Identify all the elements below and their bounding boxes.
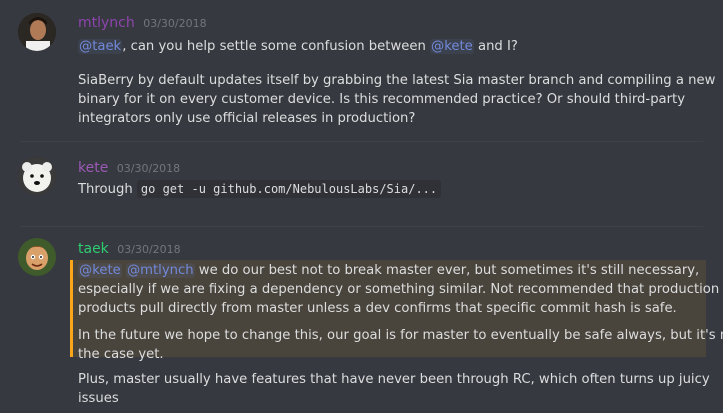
message-line: integrators only use official releases i… — [78, 111, 416, 126]
message-text: , can you help settle some confusion bet… — [122, 39, 431, 54]
mention-kete[interactable]: @kete — [430, 39, 474, 54]
timestamp: 03/30/2018 — [117, 243, 181, 256]
author-name[interactable]: taek — [78, 241, 109, 257]
inline-code: go get -u github.com/NebulousLabs/Sia/..… — [136, 180, 442, 198]
author-name[interactable]: kete — [78, 160, 108, 176]
message-content: @kete @mtlynch we do our best not to bre… — [78, 261, 723, 408]
message-line: issues — [78, 391, 119, 406]
message-taek: taek 03/30/2018 @kete @mtlynch we do our… — [0, 232, 723, 413]
avatar-mtlynch[interactable] — [18, 13, 56, 51]
message-text: we do our best not to break master ever,… — [194, 263, 700, 278]
mention-mtlynch[interactable]: @mtlynch — [125, 263, 195, 278]
author-name[interactable]: mtlynch — [78, 15, 135, 31]
message-line: Plus, master usually have features that … — [78, 372, 710, 387]
avatar-kete[interactable] — [18, 157, 56, 195]
message-divider — [20, 226, 703, 227]
message-text: and I? — [473, 39, 518, 54]
avatar-taek[interactable] — [18, 238, 56, 276]
message-kete: kete 03/30/2018 Through go get -u github… — [0, 150, 723, 220]
message-line: products pull directly from master unles… — [78, 301, 677, 316]
message-text: Through — [78, 182, 137, 197]
message-line: In the future we hope to change this, ou… — [78, 328, 723, 343]
message-line: binary for it on every customer device. … — [78, 92, 686, 107]
mention-taek[interactable]: @taek — [78, 39, 123, 54]
message-line: SiaBerry by default updates itself by gr… — [78, 73, 716, 88]
message-line: @kete @mtlynch we do our best not to bre… — [78, 261, 723, 280]
timestamp: 03/30/2018 — [116, 162, 181, 175]
mention-kete[interactable]: @kete — [78, 263, 122, 278]
timestamp: 03/30/2018 — [143, 17, 207, 30]
message-line: @taek, can you help settle some confusio… — [78, 37, 715, 56]
message-line: especially if we are fixing a dependency… — [78, 282, 720, 297]
message-divider — [20, 141, 703, 142]
message-content: @taek, can you help settle some confusio… — [78, 37, 715, 128]
message-line: the case yet. — [78, 347, 164, 362]
message-mtlynch: mtlynch 03/30/2018 @taek, can you help s… — [0, 0, 723, 130]
message-content: Through go get -u github.com/NebulousLab… — [78, 180, 442, 199]
